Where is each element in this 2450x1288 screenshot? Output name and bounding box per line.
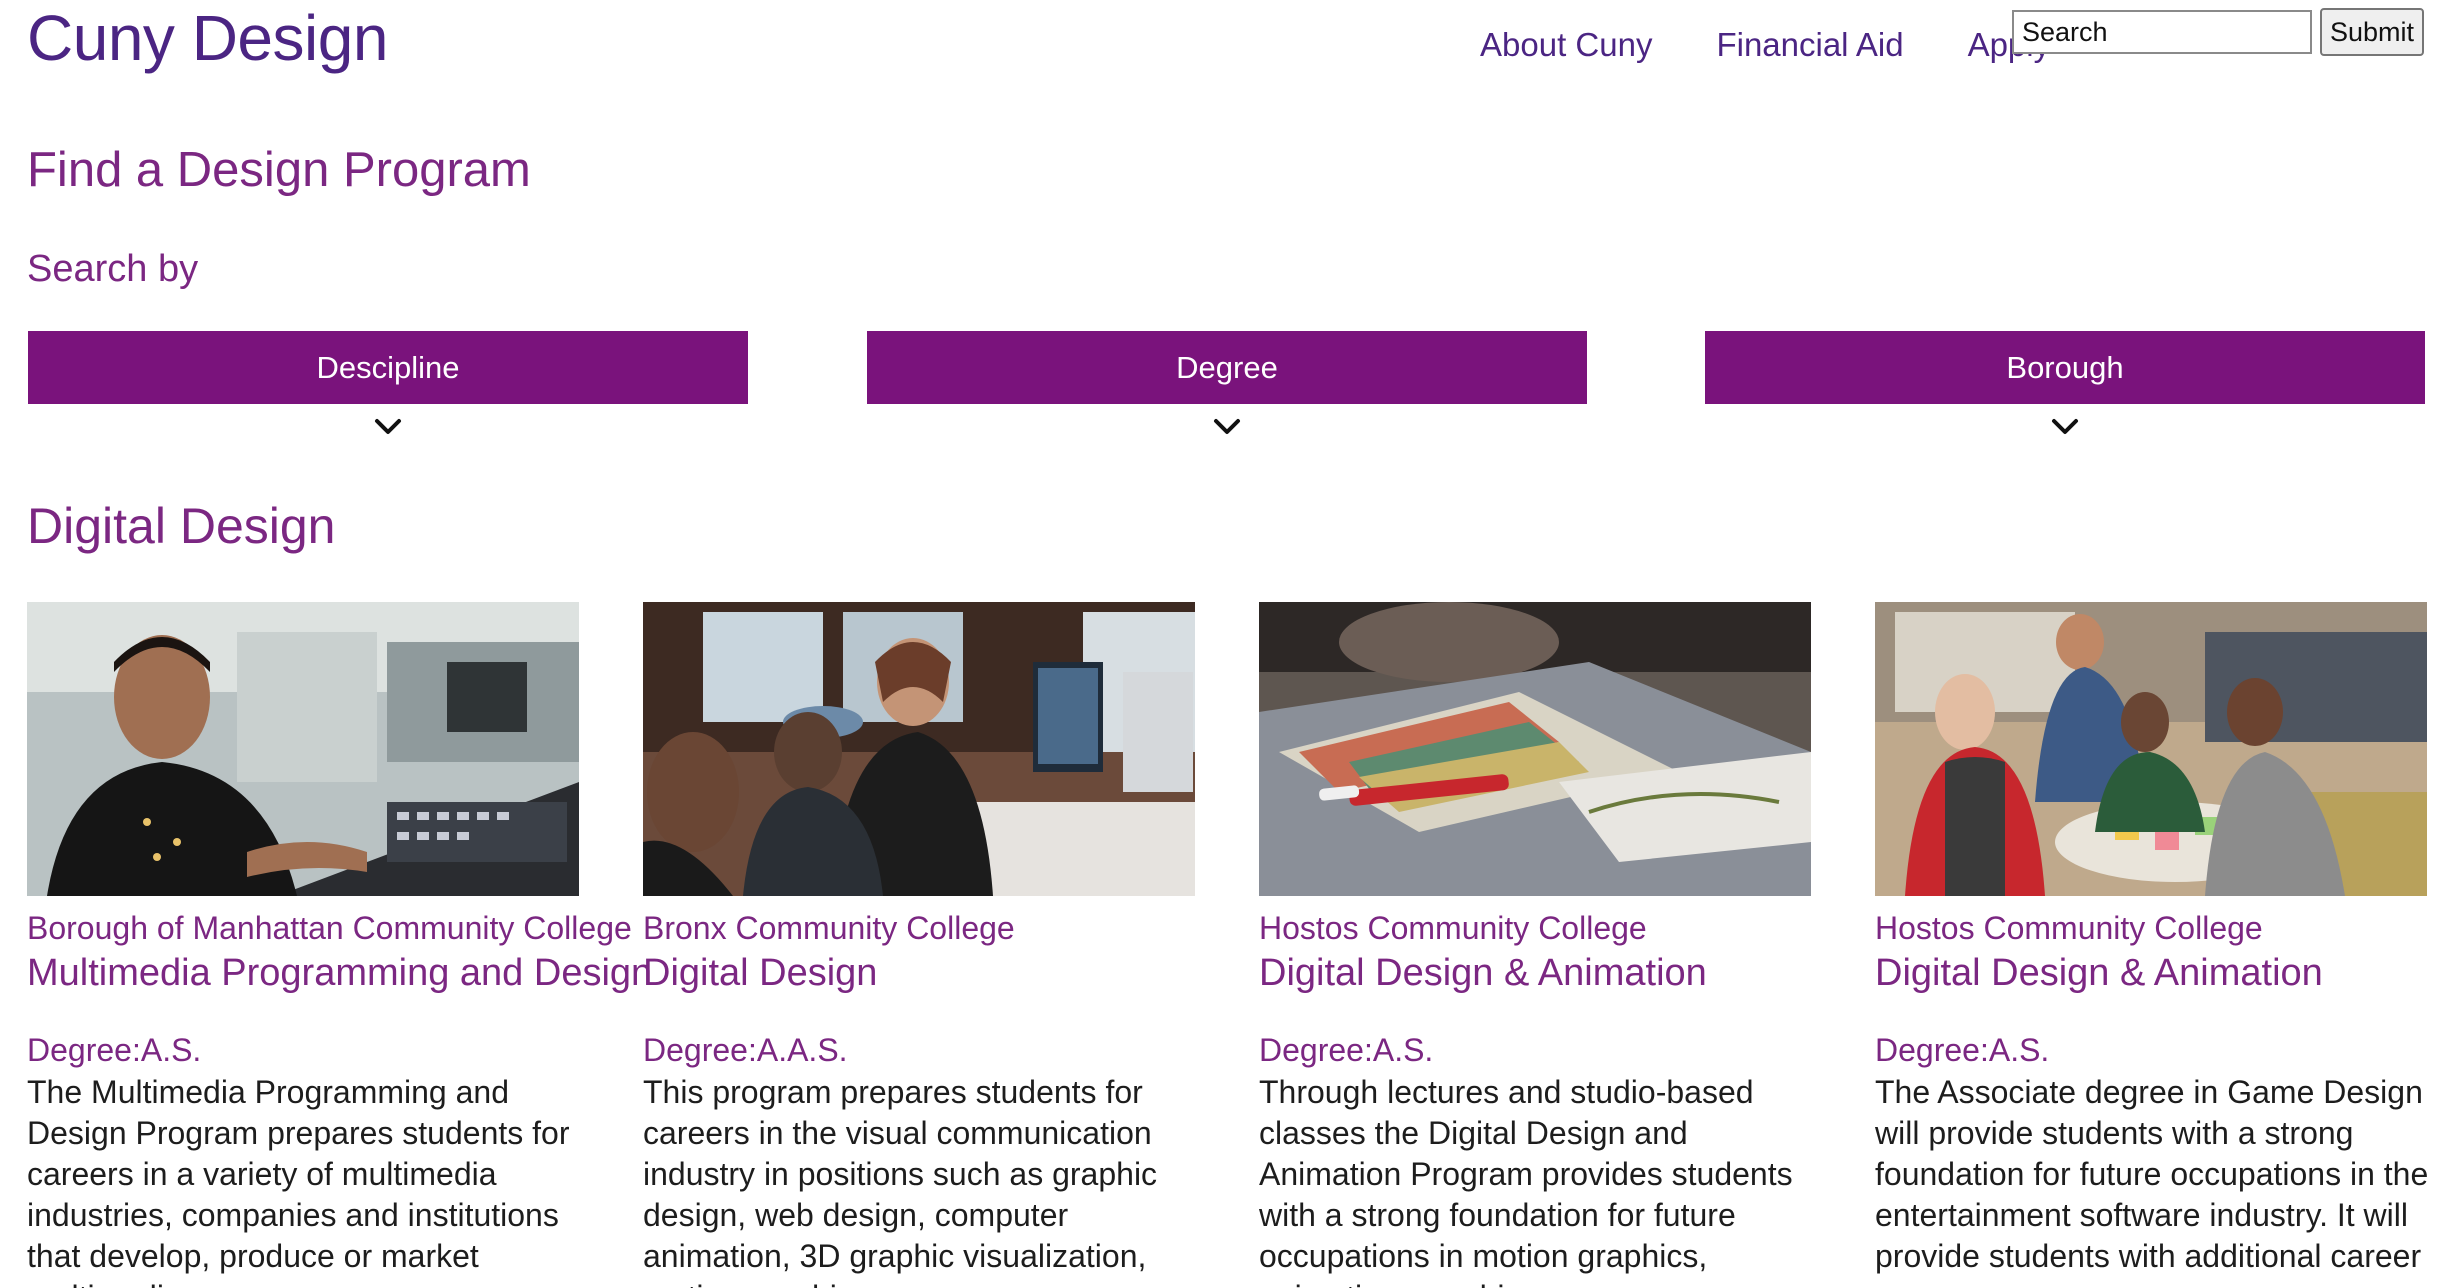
chevron-down-icon[interactable] xyxy=(1212,418,1242,436)
program-card: Hostos Community College Digital Design … xyxy=(1875,602,2450,1277)
filter-borough: Borough xyxy=(1705,331,2425,436)
borough-filter-button[interactable]: Borough xyxy=(1705,331,2425,404)
college-name[interactable]: Hostos Community College xyxy=(1259,906,1839,950)
section-title: Digital Design xyxy=(27,498,336,554)
discipline-filter-button[interactable]: Descipline xyxy=(28,331,748,404)
program-title[interactable]: Digital Design & Animation xyxy=(1259,950,1839,996)
degree-label: Degree:A.S. xyxy=(1875,1032,2050,1068)
filter-degree: Degree xyxy=(867,331,1587,436)
college-name[interactable]: Borough of Manhattan Community College xyxy=(27,906,632,950)
program-title[interactable]: Digital Design & Animation xyxy=(1875,950,2450,996)
student-at-audio-mixing-console-photo[interactable] xyxy=(27,602,579,896)
page-title: Find a Design Program xyxy=(27,143,531,197)
program-card: Hostos Community College Digital Design … xyxy=(1259,602,1839,1288)
nav-financial-aid[interactable]: Financial Aid xyxy=(1716,26,1903,64)
filter-discipline: Descipline xyxy=(28,331,748,436)
program-card: Borough of Manhattan Community College M… xyxy=(27,602,652,1288)
instructor-with-students-at-computers-photo[interactable] xyxy=(643,602,1195,896)
program-title[interactable]: Multimedia Programming and Design xyxy=(27,950,652,996)
site-logo[interactable]: Cuny Design xyxy=(27,0,388,78)
chevron-down-icon[interactable] xyxy=(2050,418,2080,436)
site-search-form: Submit xyxy=(2012,8,2425,56)
sketches-and-marker-on-table-photo[interactable] xyxy=(1259,602,1811,896)
degree-label: Degree:A.A.S. xyxy=(643,1032,848,1068)
submit-button[interactable]: Submit xyxy=(2320,8,2425,56)
search-input[interactable] xyxy=(2012,10,2312,54)
program-title[interactable]: Digital Design xyxy=(643,950,1223,996)
degree-filter-button[interactable]: Degree xyxy=(867,331,1587,404)
program-description: The Associate degree in Game Design will… xyxy=(1875,1074,2429,1274)
program-description: Through lectures and studio-based classe… xyxy=(1259,1074,1793,1288)
chevron-down-icon[interactable] xyxy=(373,418,403,436)
nav-about-cuny[interactable]: About Cuny xyxy=(1480,26,1652,64)
top-nav: About Cuny Financial Aid Apply xyxy=(1480,23,2082,67)
program-description: The Multimedia Programming and Design Pr… xyxy=(27,1074,570,1288)
filter-bar: Descipline Degree Borough xyxy=(28,331,2426,441)
students-collaborating-at-table-photo[interactable] xyxy=(1875,602,2427,896)
degree-label: Degree:A.S. xyxy=(27,1032,202,1068)
degree-label: Degree:A.S. xyxy=(1259,1032,1434,1068)
college-name[interactable]: Hostos Community College xyxy=(1875,906,2450,950)
program-description: This program prepares students for caree… xyxy=(643,1074,1158,1288)
college-name[interactable]: Bronx Community College xyxy=(643,906,1223,950)
program-card: Bronx Community College Digital Design D… xyxy=(643,602,1223,1288)
search-by-label: Search by xyxy=(27,248,199,290)
